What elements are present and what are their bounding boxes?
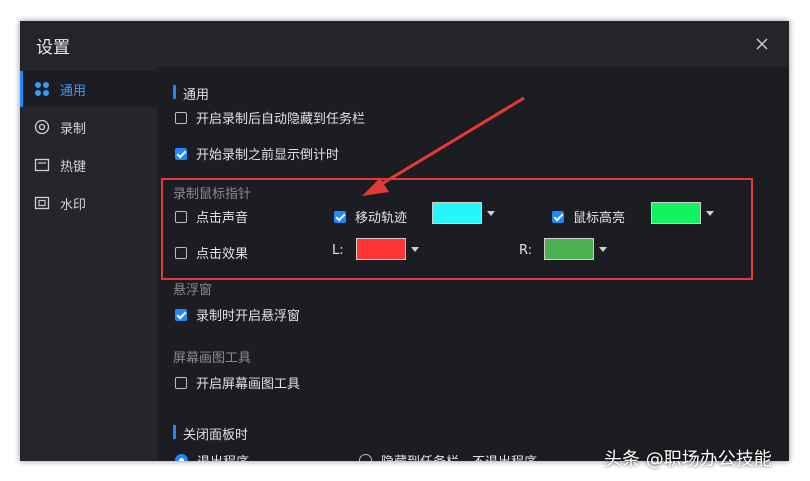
checkbox[interactable] <box>552 210 564 223</box>
sidebar: 通用 录制 热键 水印 <box>20 67 157 461</box>
radio[interactable] <box>175 454 188 461</box>
record-icon <box>34 119 50 135</box>
float-group-title: 悬浮窗 <box>173 283 213 298</box>
color-swatch[interactable] <box>432 202 482 224</box>
sidebar-item-hotkeys[interactable]: 热键 <box>20 147 157 183</box>
sidebar-item-label: 通用 <box>60 84 87 99</box>
sidebar-item-label: 水印 <box>60 198 87 213</box>
chevron-down-icon[interactable] <box>599 246 607 252</box>
sidebar-item-watermark[interactable]: 水印 <box>20 185 157 221</box>
drawing-group-title: 屏幕画图工具 <box>173 351 252 366</box>
checkbox[interactable] <box>175 246 187 259</box>
color-swatch[interactable] <box>651 202 701 224</box>
radio[interactable] <box>359 454 372 461</box>
click-sound-checkbox[interactable]: 点击声音 <box>175 207 248 226</box>
checkbox[interactable] <box>334 210 346 223</box>
title-bar: 设置 <box>20 21 789 67</box>
mouse-group-title: 录制鼠标指针 <box>173 187 252 202</box>
color-swatch[interactable] <box>544 238 594 260</box>
auto-hide-checkbox[interactable]: 开启录制后自动隐藏到任务栏 <box>175 108 365 127</box>
click-effect-checkbox[interactable]: 点击效果 <box>175 243 248 262</box>
hide-to-taskbar-radio[interactable]: 隐藏到任务栏，不退出程序 <box>359 451 537 461</box>
countdown-checkbox[interactable]: 开始录制之前显示倒计时 <box>175 144 339 163</box>
checkbox[interactable] <box>175 308 187 321</box>
settings-content: 通用 开启录制后自动隐藏到任务栏 开始录制之前显示倒计时 录制鼠标指针 点击声音… <box>157 67 789 461</box>
chevron-down-icon[interactable] <box>411 246 419 252</box>
trail-color-picker[interactable] <box>432 202 495 224</box>
watermark-icon <box>34 196 50 210</box>
trail-checkbox[interactable]: 移动轨迹 <box>334 207 407 226</box>
sidebar-item-general[interactable]: 通用 <box>20 71 157 107</box>
close-button[interactable] <box>751 33 773 55</box>
settings-window: 设置 通用 录制 热键 水印 通用 开启录制后自动隐藏到任务栏 开始录制之前显示… <box>20 21 789 461</box>
highlight-color-picker[interactable] <box>651 202 714 224</box>
sidebar-item-record[interactable]: 录制 <box>20 109 157 145</box>
drawing-tool-checkbox[interactable]: 开启屏幕画图工具 <box>175 373 300 392</box>
right-click-label: R: <box>519 243 533 258</box>
watermark-text: 头条 @职场办公技能 <box>604 449 772 470</box>
keyboard-icon <box>34 158 50 172</box>
right-click-color-picker[interactable] <box>544 238 607 260</box>
color-swatch[interactable] <box>356 238 406 260</box>
chevron-down-icon[interactable] <box>706 210 714 216</box>
float-window-checkbox[interactable]: 录制时开启悬浮窗 <box>175 305 300 324</box>
grid-icon <box>35 82 49 96</box>
sidebar-item-label: 录制 <box>60 122 87 137</box>
mouse-highlight-checkbox[interactable]: 鼠标高亮 <box>552 207 625 226</box>
close-icon <box>756 38 768 50</box>
exit-program-radio[interactable]: 退出程序 <box>175 451 249 461</box>
chevron-down-icon[interactable] <box>487 210 495 216</box>
left-click-label: L: <box>332 243 344 258</box>
checkbox[interactable] <box>175 376 187 389</box>
checkbox[interactable] <box>175 147 187 160</box>
sidebar-item-label: 热键 <box>60 160 87 175</box>
left-click-color-picker[interactable] <box>356 238 419 260</box>
checkbox[interactable] <box>175 111 187 124</box>
window-title: 设置 <box>36 38 70 58</box>
checkbox[interactable] <box>175 210 187 223</box>
